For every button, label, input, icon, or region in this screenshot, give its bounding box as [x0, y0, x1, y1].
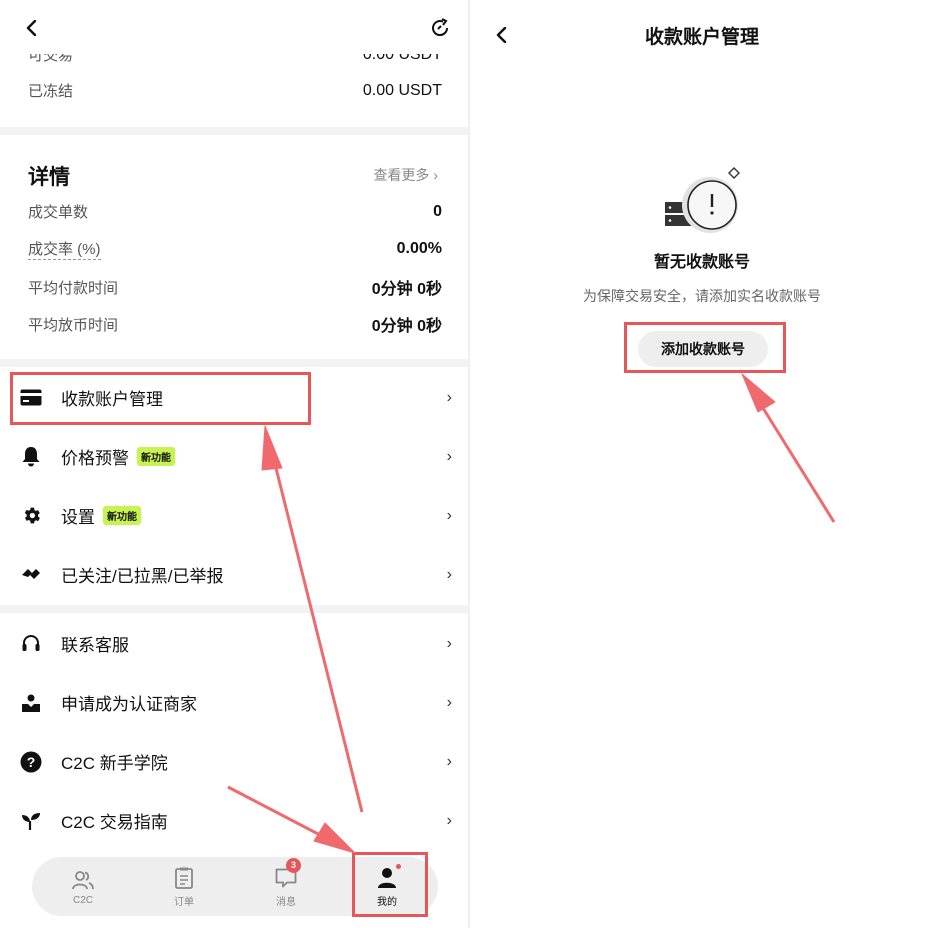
menu-item-settings[interactable]: 设置 新功能 ›	[0, 486, 468, 545]
tab-messages[interactable]: 3 消息	[251, 857, 321, 916]
tab-label: 订单	[174, 896, 194, 908]
clipboard-icon	[172, 866, 196, 890]
menu-item-c2c-guide[interactable]: C2C 交易指南 ›	[0, 791, 468, 850]
svg-text:?: ?	[27, 754, 36, 770]
menu-item-apply-merchant[interactable]: 申请成为认证商家 ›	[0, 673, 468, 732]
gear-icon	[20, 505, 42, 527]
tab-label: C2C	[72, 894, 93, 906]
refresh-icon[interactable]	[428, 16, 452, 40]
view-more-link[interactable]: 查看更多 ›	[373, 165, 438, 185]
detail-row: 成交率 (%) 0.00%	[28, 238, 442, 260]
message-icon: 3	[274, 857, 301, 890]
merchant-icon	[20, 692, 42, 714]
menu-label: 价格预警	[61, 449, 129, 468]
users-icon	[71, 868, 95, 892]
balance-label: 已冻结	[28, 83, 74, 100]
headset-icon	[20, 633, 42, 655]
menu-label: 已关注/已拉黑/已举报	[61, 567, 224, 586]
back-icon[interactable]	[20, 16, 44, 40]
empty-state-title: 暂无收款账号	[653, 254, 750, 271]
question-icon: ?	[20, 751, 42, 773]
highlight-box	[624, 322, 786, 373]
menu-label: C2C 交易指南	[61, 813, 168, 832]
details-title: 详情	[28, 166, 70, 189]
menu-label: 申请成为认证商家	[61, 695, 197, 714]
chevron-right-icon: ›	[446, 634, 452, 652]
menu-label: C2C 新手学院	[61, 754, 168, 773]
menu-item-contact-support[interactable]: 联系客服 ›	[0, 614, 468, 673]
detail-row: 平均放币时间 0分钟 0秒	[28, 312, 442, 336]
balance-row-frozen: 已冻结 0.00 USDT	[28, 80, 442, 101]
detail-value: 0.00%	[396, 240, 442, 257]
tab-orders[interactable]: 订单	[149, 857, 219, 916]
bell-icon	[20, 446, 42, 468]
empty-state-illustration-icon	[662, 164, 752, 240]
tab-label: 消息	[276, 896, 296, 908]
menu-item-price-alert[interactable]: 价格预警 新功能 ›	[0, 427, 468, 486]
chevron-right-icon: ›	[446, 506, 452, 524]
detail-value: 0分钟 0秒	[371, 281, 442, 298]
menu-label: 设置	[61, 508, 95, 527]
menu-label: 联系客服	[61, 636, 129, 655]
detail-label: 成交单数	[28, 204, 89, 221]
notification-count-badge: 3	[286, 857, 301, 873]
chevron-right-icon: ›	[446, 693, 452, 711]
new-feature-badge: 新功能	[103, 506, 141, 525]
profile-screen: 可交易 0.00 USDT 已冻结 0.00 USDT 详情 查看更多 › 成交…	[0, 0, 468, 928]
detail-value: 0	[433, 202, 442, 220]
highlight-box	[352, 852, 428, 917]
chevron-right-icon: ›	[446, 811, 452, 829]
details-section: 详情 查看更多 › 成交单数 0 成交率 (%) 0.00% 平均付款时间 0分…	[0, 135, 468, 359]
chevron-right-icon: ›	[446, 447, 452, 465]
chevron-right-icon: ›	[446, 565, 452, 583]
menu-item-c2c-academy[interactable]: ? C2C 新手学院 ›	[0, 732, 468, 791]
highlight-box	[10, 372, 311, 425]
detail-row: 成交单数 0	[28, 201, 442, 222]
detail-row: 平均付款时间 0分钟 0秒	[28, 275, 442, 299]
balance-value: 0.00 USDT	[362, 81, 442, 99]
menu-item-followed-blocked-reported[interactable]: 已关注/已拉黑/已举报 ›	[0, 545, 468, 604]
diamond-icon	[20, 564, 42, 586]
chevron-right-icon: ›	[446, 388, 452, 406]
new-feature-badge: 新功能	[137, 447, 175, 466]
empty-state-description: 为保障交易安全，请添加实名收款账号	[583, 288, 821, 304]
detail-label: 平均付款时间	[28, 279, 119, 297]
sprout-icon	[20, 810, 42, 832]
page-title: 收款账户管理	[644, 27, 759, 48]
payment-accounts-screen: 收款账户管理 暂无收款账号 为保障交易安全，请添加实名收款账号 添加收款账号	[470, 0, 934, 928]
detail-value: 0分钟 0秒	[371, 318, 442, 335]
chevron-right-icon: ›	[446, 752, 452, 770]
top-bar	[0, 0, 468, 54]
detail-label[interactable]: 成交率 (%)	[28, 238, 101, 260]
detail-label: 平均放币时间	[28, 316, 119, 334]
tab-c2c[interactable]: C2C	[48, 857, 118, 916]
